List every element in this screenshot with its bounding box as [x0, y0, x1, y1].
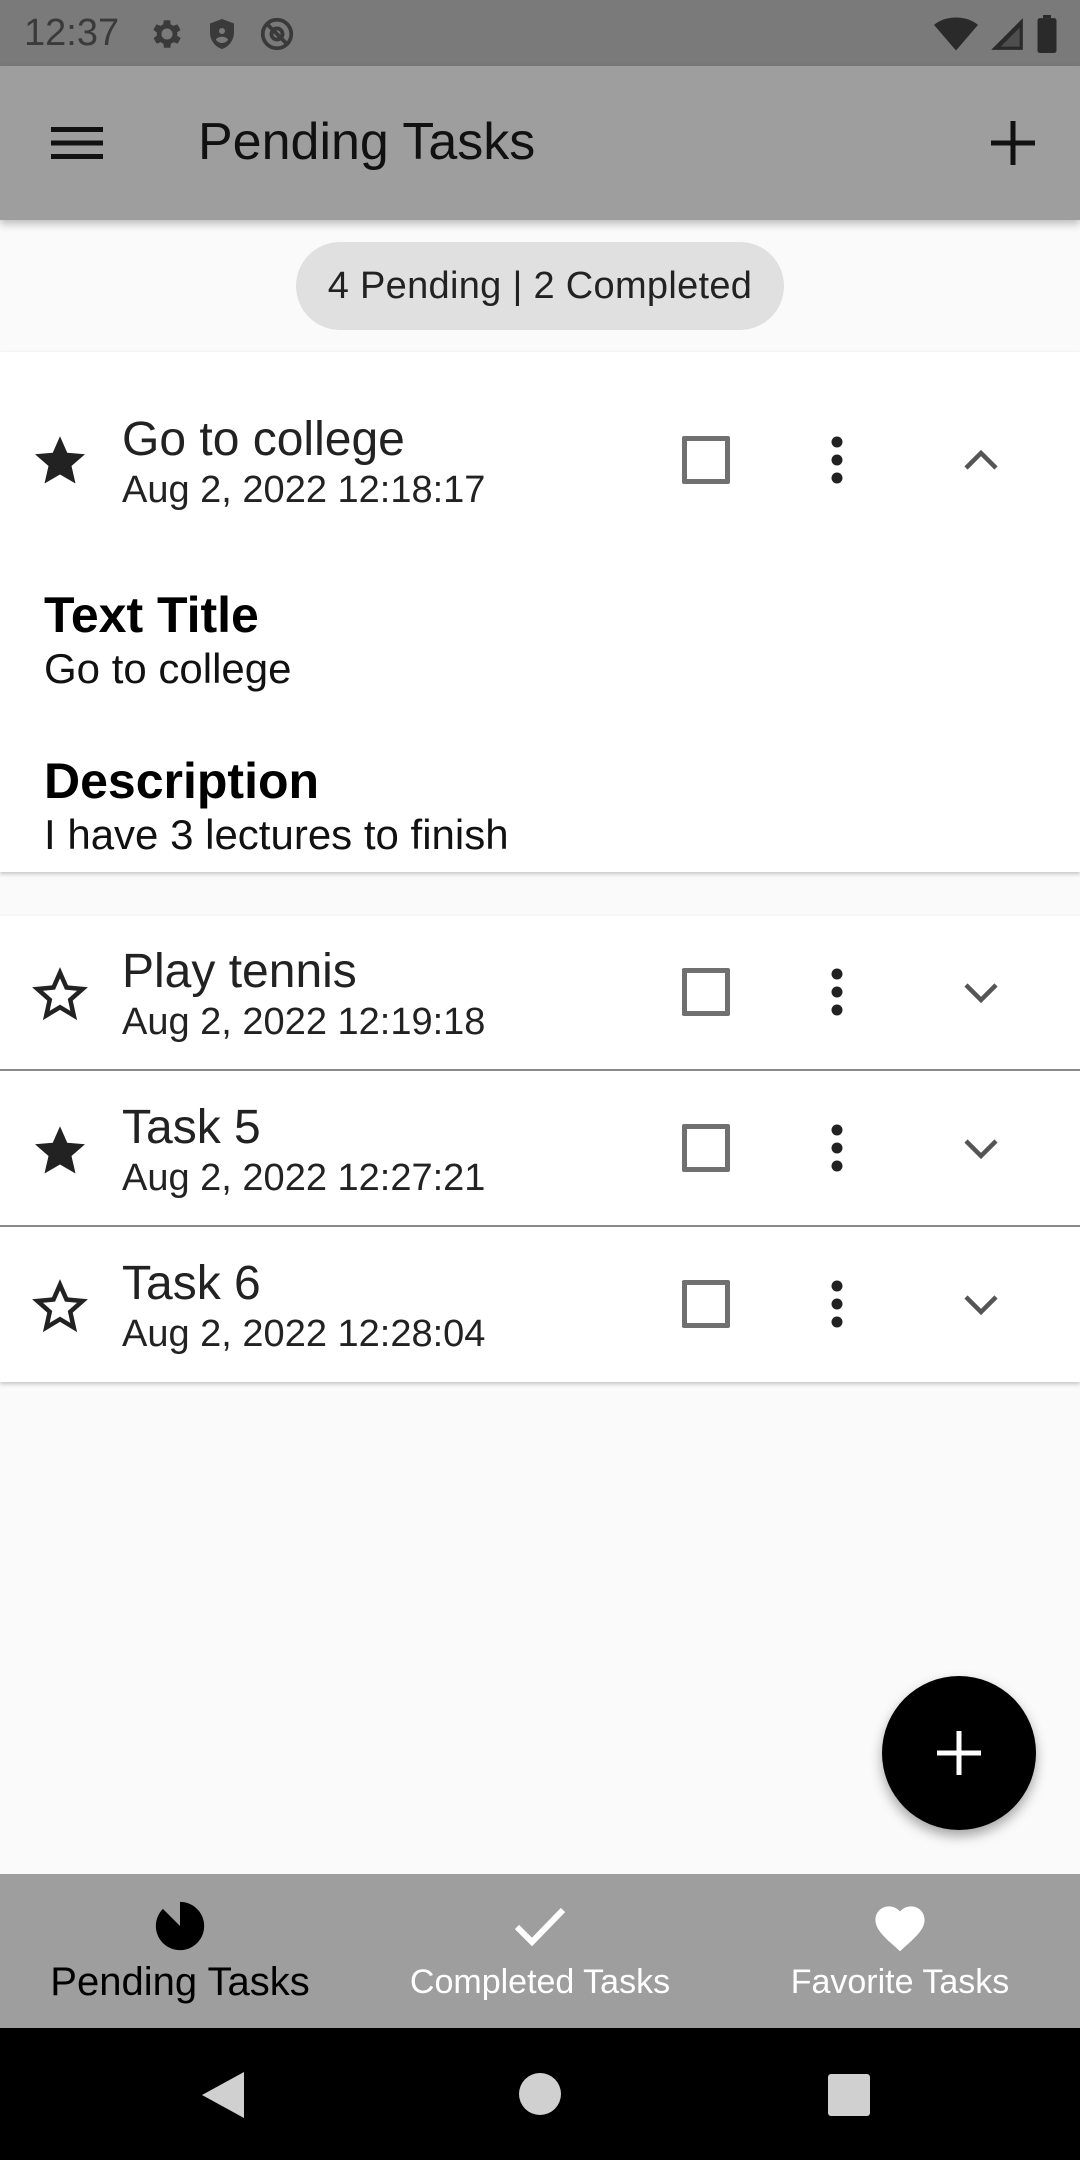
- star-filled-icon[interactable]: [30, 1120, 90, 1180]
- page-title: Pending Tasks: [198, 113, 536, 171]
- more-vertical-icon: [831, 1280, 843, 1328]
- at-sign-icon: [260, 17, 294, 51]
- task-date: Aug 2, 2022 12:28:04: [122, 1313, 486, 1355]
- nav-favorite-tasks[interactable]: Favorite Tasks: [720, 1874, 1080, 2028]
- home-icon[interactable]: [518, 2072, 562, 2116]
- task-card-expanded: Go to college Aug 2, 2022 12:18:17 Text …: [0, 352, 1080, 872]
- bottom-navigation: Pending Tasks Completed Tasks Favorite T…: [0, 1874, 1080, 2028]
- plus-icon: [991, 121, 1035, 165]
- app-bar: Pending Tasks: [0, 66, 1080, 220]
- star-outline-icon[interactable]: [30, 1276, 90, 1336]
- battery-icon: [1037, 15, 1057, 53]
- shield-icon: [210, 19, 234, 49]
- detail-description-value: I have 3 lectures to finish: [44, 811, 509, 858]
- nav-label: Completed Tasks: [409, 1963, 671, 2001]
- chevron-down-icon: [964, 1295, 998, 1316]
- expand-button[interactable]: [946, 1269, 1016, 1339]
- task-date: Aug 2, 2022 12:27:21: [122, 1157, 486, 1199]
- add-task-fab[interactable]: [882, 1676, 1036, 1830]
- collapse-button[interactable]: [946, 425, 1016, 495]
- divider: [0, 1225, 1080, 1227]
- chevron-down-icon: [964, 983, 998, 1004]
- task-date: Aug 2, 2022 12:18:17: [122, 469, 486, 511]
- complete-checkbox[interactable]: [682, 1124, 730, 1172]
- heart-icon: [870, 1896, 930, 1956]
- signal-icon: [991, 18, 1023, 50]
- system-navigation-bar: [0, 2028, 1080, 2160]
- status-time: 12:37: [24, 12, 120, 54]
- recents-icon[interactable]: [828, 2074, 870, 2116]
- task-row[interactable]: Task 6 Aug 2, 2022 12:28:04: [0, 1228, 1080, 1384]
- more-vertical-icon: [831, 968, 843, 1016]
- detail-description-label: Description: [44, 753, 320, 809]
- hamburger-menu-icon: [51, 127, 103, 159]
- expand-button[interactable]: [946, 1113, 1016, 1183]
- detail-title-value: Go to college: [44, 645, 292, 692]
- nav-pending-tasks[interactable]: Pending Tasks: [0, 1874, 360, 2028]
- chevron-down-icon: [964, 1139, 998, 1160]
- gear-icon: [153, 20, 181, 48]
- complete-checkbox[interactable]: [682, 968, 730, 1016]
- menu-button[interactable]: [40, 106, 114, 180]
- task-row[interactable]: Go to college Aug 2, 2022 12:18:17: [0, 382, 1080, 538]
- complete-checkbox[interactable]: [682, 436, 730, 484]
- chevron-up-icon: [964, 449, 998, 470]
- status-icons-right: [934, 14, 1058, 54]
- detail-title-label: Text Title: [44, 587, 259, 643]
- summary-chip: 4 Pending | 2 Completed: [296, 242, 784, 330]
- more-options-button[interactable]: [812, 420, 862, 500]
- more-options-button[interactable]: [812, 952, 862, 1032]
- task-title: Task 5: [122, 1101, 261, 1154]
- status-icons-left: [148, 14, 296, 54]
- more-options-button[interactable]: [812, 1108, 862, 1188]
- task-date: Aug 2, 2022 12:19:18: [122, 1001, 486, 1043]
- status-bar: 12:37: [0, 0, 1080, 66]
- checkmark-icon: [510, 1896, 570, 1956]
- task-title: Task 6: [122, 1257, 261, 1310]
- nav-completed-tasks[interactable]: Completed Tasks: [360, 1874, 720, 2028]
- plus-icon: [937, 1731, 981, 1775]
- task-title: Play tennis: [122, 945, 357, 998]
- wifi-icon: [934, 17, 978, 51]
- expand-button[interactable]: [946, 957, 1016, 1027]
- task-title: Go to college: [122, 413, 405, 466]
- more-options-button[interactable]: [812, 1264, 862, 1344]
- more-vertical-icon: [831, 1124, 843, 1172]
- nav-label: Favorite Tasks: [790, 1963, 1010, 2001]
- nav-label: Pending Tasks: [50, 1960, 310, 2004]
- divider: [0, 1069, 1080, 1071]
- more-vertical-icon: [831, 436, 843, 484]
- add-task-button[interactable]: [976, 106, 1050, 180]
- task-row[interactable]: Play tennis Aug 2, 2022 12:19:18: [0, 916, 1080, 1072]
- star-filled-icon[interactable]: [30, 430, 90, 490]
- back-icon[interactable]: [200, 2070, 246, 2120]
- task-list-card: Play tennis Aug 2, 2022 12:19:18 Task 5 …: [0, 916, 1080, 1382]
- complete-checkbox[interactable]: [682, 1280, 730, 1328]
- star-outline-icon[interactable]: [30, 964, 90, 1024]
- task-row[interactable]: Task 5 Aug 2, 2022 12:27:21: [0, 1072, 1080, 1228]
- pie-chart-icon: [150, 1896, 210, 1956]
